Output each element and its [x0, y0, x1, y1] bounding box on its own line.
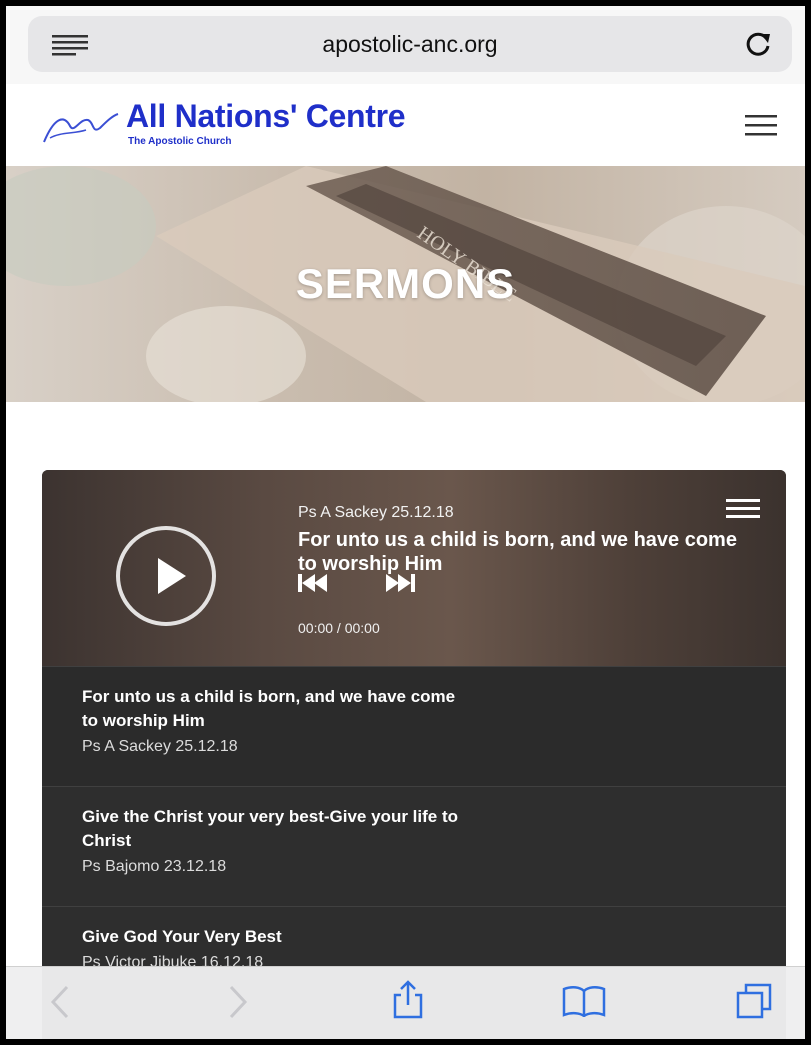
browser-toolbar — [6, 966, 805, 1039]
address-field[interactable]: apostolic-anc.org — [28, 16, 792, 72]
playlist-icon[interactable] — [726, 498, 760, 520]
track-meta: Ps A Sackey 25.12.18 — [82, 738, 238, 755]
playlist-item[interactable]: Give the Christ your very best-Give your… — [42, 786, 786, 906]
playback-time: 00:00 / 00:00 — [298, 620, 380, 636]
browser-url-bar: apostolic-anc.org — [6, 6, 805, 84]
back-arrow-icon[interactable] — [50, 985, 70, 1019]
site-subtitle: The Apostolic Church — [128, 136, 232, 147]
tabs-icon[interactable] — [736, 983, 772, 1019]
now-playing-title: For unto us a child is born, and we have… — [298, 529, 737, 575]
site-brand[interactable]: All Nations' Centre — [126, 98, 406, 135]
skip-back-icon[interactable] — [298, 574, 328, 592]
play-icon[interactable] — [116, 526, 216, 626]
audio-player: Ps A Sackey 25.12.18 For unto us a child… — [42, 470, 786, 1039]
share-icon[interactable] — [392, 979, 424, 1019]
reload-icon[interactable] — [744, 30, 772, 58]
track-title: For unto us a child is born, and we have… — [82, 687, 456, 730]
track-meta: Ps Bajomo 23.12.18 — [82, 858, 227, 875]
logo-mark[interactable] — [40, 108, 120, 148]
skip-forward-icon[interactable] — [386, 574, 416, 592]
book-icon[interactable] — [562, 985, 606, 1017]
page-title: SERMONS — [295, 260, 516, 307]
hero-banner: HOLY BIBLE SERMONS — [6, 166, 805, 402]
now-playing-speaker: Ps A Sackey 25.12.18 — [298, 504, 454, 521]
hamburger-icon[interactable] — [745, 114, 777, 136]
site-header: All Nations' Centre The Apostolic Church — [6, 84, 805, 166]
track-title: Give the Christ your very best-Give your… — [82, 807, 458, 850]
url-text[interactable]: apostolic-anc.org — [28, 31, 792, 58]
now-playing-panel: Ps A Sackey 25.12.18 For unto us a child… — [42, 470, 786, 666]
playlist-item[interactable]: For unto us a child is born, and we have… — [42, 666, 786, 786]
phone-screen: apostolic-anc.org All Nations' Centre Th… — [6, 6, 805, 1039]
track-title: Give God Your Very Best — [82, 927, 282, 946]
forward-arrow-icon[interactable] — [228, 985, 248, 1019]
